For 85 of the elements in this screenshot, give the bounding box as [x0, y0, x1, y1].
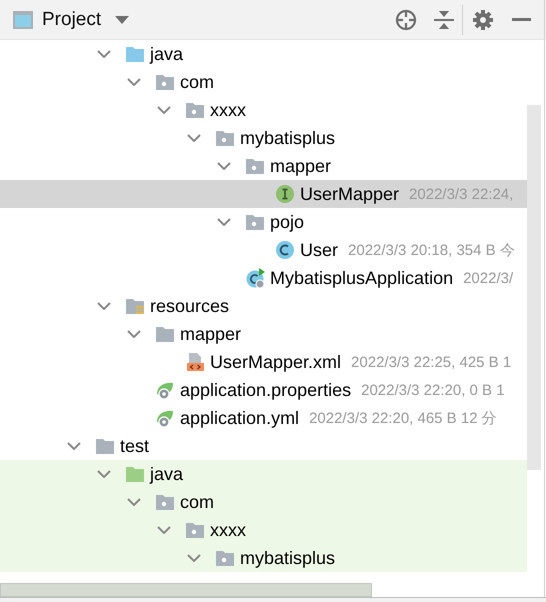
package-icon: [155, 72, 175, 92]
tree-row[interactable]: mapper: [0, 152, 527, 180]
tree-row[interactable]: application.yml 2022/3/3 22:20, 465 B 12 分: [0, 404, 527, 432]
tree-row[interactable]: test: [0, 432, 527, 460]
tree-row[interactable]: mapper: [0, 320, 527, 348]
file-name: UserMapper.xml: [210, 352, 342, 372]
file-info: 2022/3/3 20:18, 354 B 今: [348, 240, 515, 260]
file-info: 2022/3/: [463, 270, 514, 286]
folder-icon: [125, 44, 145, 64]
package-icon: [185, 520, 205, 540]
file-name: UserMapper: [300, 184, 400, 204]
dropdown-icon[interactable]: [115, 16, 130, 24]
file-info: 2022/3/3 22:20, 0 B 1: [361, 382, 505, 398]
package-icon: [185, 100, 205, 120]
chevron-icon[interactable]: [97, 470, 111, 478]
file-info: 2022/3/3 22:25, 425 B 1: [351, 354, 512, 370]
leaf-icon: [155, 408, 175, 428]
file-name: mapper: [270, 156, 332, 176]
file-name: java: [150, 464, 184, 484]
file-name: resources: [150, 296, 230, 316]
chevron-icon[interactable]: [157, 526, 171, 534]
file-name: com: [180, 492, 214, 512]
file-name: mybatisplus: [240, 128, 336, 148]
interface-icon: [275, 184, 295, 204]
tree-row[interactable]: resources: [0, 292, 527, 320]
chevron-icon[interactable]: [67, 442, 81, 450]
file-name: xxxx: [210, 100, 246, 120]
file-name: test: [120, 436, 150, 456]
chevron-icon[interactable]: [127, 498, 141, 506]
folder-icon: [95, 436, 115, 456]
minimize-icon[interactable]: [512, 18, 531, 22]
package-icon: [245, 156, 265, 176]
locate-icon[interactable]: [395, 8, 417, 30]
tree-row[interactable]: UserMapper 2022/3/3 22:24,: [0, 180, 527, 208]
chevron-icon[interactable]: [187, 554, 201, 562]
chevron-icon[interactable]: [97, 50, 111, 58]
tree-row[interactable]: UserMapper.xml 2022/3/3 22:25, 425 B 1: [0, 348, 527, 376]
chevron-icon[interactable]: [217, 162, 231, 170]
file-name: pojo: [270, 212, 304, 232]
file-name: mapper: [180, 324, 242, 344]
tree-row[interactable]: application.properties 2022/3/3 22:20, 0 B 1: [0, 376, 527, 404]
tree-row[interactable]: xxxx: [0, 516, 527, 544]
chevron-icon[interactable]: [157, 106, 171, 114]
chevron-icon[interactable]: [97, 302, 111, 310]
leaf-icon: [155, 380, 175, 400]
tree-row[interactable]: java: [0, 40, 527, 68]
package-icon: [215, 128, 235, 148]
chevron-icon[interactable]: [127, 78, 141, 86]
file-name: application.yml: [180, 408, 300, 428]
package-icon: [215, 548, 235, 568]
file-name: application.properties: [180, 380, 352, 400]
tree-row[interactable]: User 2022/3/3 20:18, 354 B 今: [0, 236, 527, 264]
tree-row[interactable]: MybatisplusApplication 2022/3/: [0, 264, 527, 292]
file-name: xxxx: [210, 520, 246, 540]
chevron-icon[interactable]: [127, 330, 141, 338]
file-name: User: [300, 240, 338, 260]
chevron-icon[interactable]: [217, 218, 231, 226]
file-name: MybatisplusApplication: [270, 268, 454, 288]
tree-row[interactable]: mybatisplus: [0, 124, 527, 152]
tree-row[interactable]: mybatisplus: [0, 544, 527, 572]
window-icon: [12, 10, 34, 30]
vertical-scrollbar[interactable]: [527, 105, 541, 470]
tree-row[interactable]: pojo: [0, 208, 527, 236]
tree-row[interactable]: xxxx: [0, 96, 527, 124]
file-name: com: [180, 72, 214, 92]
tree-row[interactable]: com: [0, 488, 527, 516]
application-class-icon: [245, 268, 265, 288]
xml-file-icon: [185, 352, 205, 372]
collapse-icon[interactable]: [434, 10, 454, 30]
chevron-icon[interactable]: [187, 134, 201, 142]
tree-row[interactable]: com: [0, 68, 527, 96]
file-name: java: [150, 44, 184, 64]
resources-folder-icon: [125, 296, 145, 316]
panel-title[interactable]: Project: [42, 8, 102, 30]
horizontal-scrollbar[interactable]: [0, 583, 372, 597]
tree-row[interactable]: java: [0, 460, 527, 488]
file-info: 2022/3/3 22:20, 465 B 12 分: [309, 408, 497, 428]
class-icon: [275, 240, 295, 260]
folder-icon: [155, 324, 175, 344]
settings-icon[interactable]: [473, 10, 493, 30]
file-name: mybatisplus: [240, 548, 336, 568]
file-info: 2022/3/3 22:24,: [409, 186, 514, 202]
package-icon: [155, 492, 175, 512]
package-icon: [245, 212, 265, 232]
folder-icon: [125, 464, 145, 484]
